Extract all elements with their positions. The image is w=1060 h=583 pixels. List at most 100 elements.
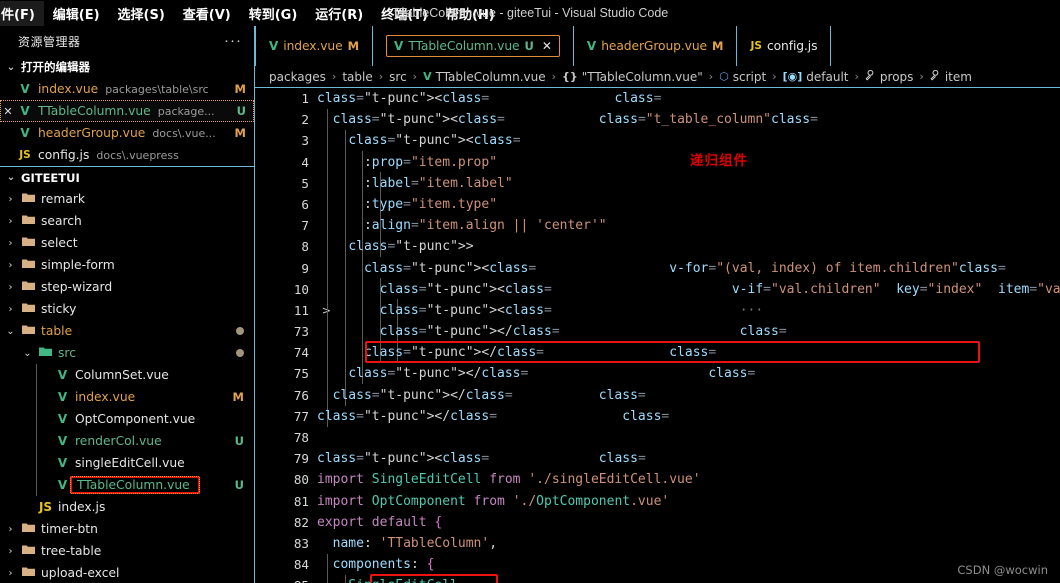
- open-editor-item[interactable]: Vindex.vue packages\table\src M: [0, 78, 254, 100]
- tree-item[interactable]: V ColumnSet.vue: [0, 364, 254, 386]
- menu-item-2[interactable]: 选择(S): [109, 1, 174, 26]
- menu-item-5[interactable]: 运行(R): [306, 1, 372, 26]
- tree-item[interactable]: V OptComponent.vue: [0, 408, 254, 430]
- code-line[interactable]: name: 'TTableColumn',: [317, 533, 1060, 554]
- line-number: 4: [255, 152, 317, 173]
- line-number: 84: [255, 554, 317, 575]
- tree-item[interactable]: › search: [0, 210, 254, 232]
- line-number-text: 73: [293, 324, 309, 340]
- open-editor-name: TTableColumn.vue: [38, 104, 151, 118]
- tree-item[interactable]: › tree-table: [0, 540, 254, 562]
- breadcrumb-item[interactable]: ⬡ script: [717, 70, 768, 84]
- tree-item[interactable]: Vindex.vue M: [0, 386, 254, 408]
- code-line[interactable]: class="t-punc"><class="t-tag">el-table-c…: [317, 130, 1060, 151]
- code-line[interactable]: class="t-punc"></class="t-tag">el-table-…: [317, 321, 1060, 342]
- line-number-text: 78: [293, 430, 309, 445]
- line-number: 7: [255, 215, 317, 236]
- breadcrumb-item[interactable]: packages: [267, 70, 328, 84]
- code-line[interactable]: class="t-punc"></class="t-tag">divclass=…: [317, 385, 1060, 406]
- code-line[interactable]: class="t-punc"><class="t-tag">templatecl…: [317, 88, 1060, 109]
- code-line[interactable]: SingleEditCell,: [317, 575, 1060, 583]
- vue-icon: V: [20, 104, 30, 118]
- tree-item[interactable]: ⌄ table: [0, 320, 254, 342]
- open-editor-item[interactable]: JS config.js docs\.vuepress: [0, 144, 254, 166]
- menu-item-3[interactable]: 查看(V): [174, 1, 240, 26]
- menu-item-4[interactable]: 转到(G): [240, 1, 307, 26]
- code-line[interactable]: [317, 427, 1060, 448]
- breadcrumb-item[interactable]: {} "TTableColumn.vue": [560, 70, 705, 84]
- code-line[interactable]: :type="item.type": [317, 194, 1060, 215]
- menu-item-7[interactable]: 帮助(H): [437, 1, 504, 26]
- code-line[interactable]: class="t-punc"></class="t-tag">el-table-…: [317, 363, 1060, 384]
- code-line[interactable]: import SingleEditCell from './singleEdit…: [317, 469, 1060, 490]
- editor-tab[interactable]: V TTableColumn.vue U ✕: [373, 26, 574, 66]
- code-line[interactable]: :align="item.align || 'center'": [317, 215, 1060, 236]
- tree-item-label: select: [41, 236, 78, 250]
- code-line[interactable]: class="t-punc"><class="t-tag">scriptclas…: [317, 448, 1060, 469]
- breadcrumb-item[interactable]: item: [928, 69, 974, 84]
- chevron-right-icon: ›: [8, 193, 13, 205]
- breadcrumb-item[interactable]: src: [387, 70, 409, 84]
- breadcrumb-item[interactable]: table: [340, 70, 374, 84]
- tree-item[interactable]: VsingleEditCell.vue: [0, 452, 254, 474]
- tree-item[interactable]: ⌄ src: [0, 342, 254, 364]
- editor-tab[interactable]: Vindex.vue M: [255, 26, 374, 66]
- code-line[interactable]: import OptComponent from './OptComponent…: [317, 491, 1060, 512]
- more-actions-icon[interactable]: ···: [224, 33, 242, 48]
- code-line[interactable]: class="t-punc"><class="t-tag">template v…: [317, 258, 1060, 279]
- tree-item[interactable]: VrenderCol.vue U: [0, 430, 254, 452]
- open-editor-item[interactable]: ✕ V TTableColumn.vue package... U: [0, 100, 254, 122]
- tree-item[interactable]: › remark: [0, 188, 254, 210]
- tree-item[interactable]: › upload-excel: [0, 562, 254, 583]
- section-open-editors[interactable]: ⌄ 打开的编辑器: [0, 56, 254, 78]
- line-number: 83: [255, 533, 317, 554]
- open-editor-item[interactable]: VheaderGroup.vue docs\.vue... M: [0, 122, 254, 144]
- tree-label-wrap: upload-excel: [38, 566, 119, 580]
- js-icon: JS: [750, 40, 762, 52]
- tree-item[interactable]: › simple-form: [0, 254, 254, 276]
- tree-item[interactable]: › timer-btn: [0, 518, 254, 540]
- code-line[interactable]: class="t-punc"><class="t-tag">div class=…: [317, 109, 1060, 130]
- tree-item[interactable]: › select: [0, 232, 254, 254]
- menu-bar[interactable]: 件(F) 编辑(E) 选择(S) 查看(V) 转到(G) 运行(R) 终端(T) 帮助(H): [0, 0, 504, 26]
- editor-tab[interactable]: VheaderGroup.vue M: [574, 26, 738, 66]
- breadcrumb-item[interactable]: V TTableColumn.vue: [421, 70, 548, 84]
- code-line[interactable]: :label="item.label": [317, 173, 1060, 194]
- tree-item[interactable]: › step-wizard: [0, 276, 254, 298]
- code-line[interactable]: class="t-punc"><class="t-tag">t-table-co…: [317, 279, 1060, 300]
- code-editor[interactable]: 1234567891011>73747576777879808182838485…: [255, 88, 1060, 583]
- tree-item-label: upload-excel: [41, 566, 120, 580]
- modified-dot-indicator: [236, 327, 244, 335]
- menu-item-0[interactable]: 件(F): [0, 0, 44, 26]
- code-line[interactable]: components: {: [317, 554, 1060, 575]
- breadcrumb-item[interactable]: [◉] default: [781, 70, 851, 84]
- section-project[interactable]: ⌄ GITEETUI: [0, 166, 254, 188]
- code-line[interactable]: :prop="item.prop": [317, 152, 1060, 173]
- line-number-gutter[interactable]: 1234567891011>73747576777879808182838485…: [255, 88, 331, 583]
- menu-item-6[interactable]: 终端(T): [372, 1, 437, 26]
- tree-label-wrap: table: [38, 324, 72, 338]
- tree-item[interactable]: JS index.js: [0, 496, 254, 518]
- menu-item-1[interactable]: 编辑(E): [44, 1, 109, 26]
- code-line[interactable]: class="t-punc"><class="t-tag">el-table-c…: [317, 300, 1060, 321]
- line-number-text: 4: [301, 154, 309, 170]
- vue-icon: V: [57, 368, 68, 382]
- code-line[interactable]: class="t-punc"></class="t-tag">templatec…: [317, 342, 1060, 363]
- close-icon[interactable]: ✕: [542, 39, 552, 53]
- breadcrumb-label: table: [342, 69, 373, 84]
- close-icon[interactable]: ✕: [0, 105, 16, 118]
- tree-label-wrap: simple-form: [38, 258, 115, 272]
- breadcrumb[interactable]: packages › table › src › V TTableColumn.vue ›{} "…: [255, 66, 1060, 88]
- breadcrumb-item[interactable]: props: [863, 69, 916, 84]
- editor-tab[interactable]: JS config.js: [737, 26, 832, 66]
- tree-label-wrap: ColumnSet.vue: [72, 368, 169, 382]
- tree-item[interactable]: V TTableColumn.vue U: [0, 474, 254, 496]
- tree-item[interactable]: › sticky: [0, 298, 254, 320]
- code-content[interactable]: class="t-punc"><class="t-tag">templatecl…: [317, 88, 1060, 583]
- code-line[interactable]: class="t-punc">>: [317, 236, 1060, 257]
- chevron-right-icon: ›: [8, 567, 13, 579]
- chevron-right-icon: ›: [8, 215, 13, 227]
- code-line[interactable]: export default {: [317, 512, 1060, 533]
- code-line[interactable]: class="t-punc"></class="t-tag">templatec…: [317, 406, 1060, 427]
- braces-icon: {}: [562, 70, 578, 83]
